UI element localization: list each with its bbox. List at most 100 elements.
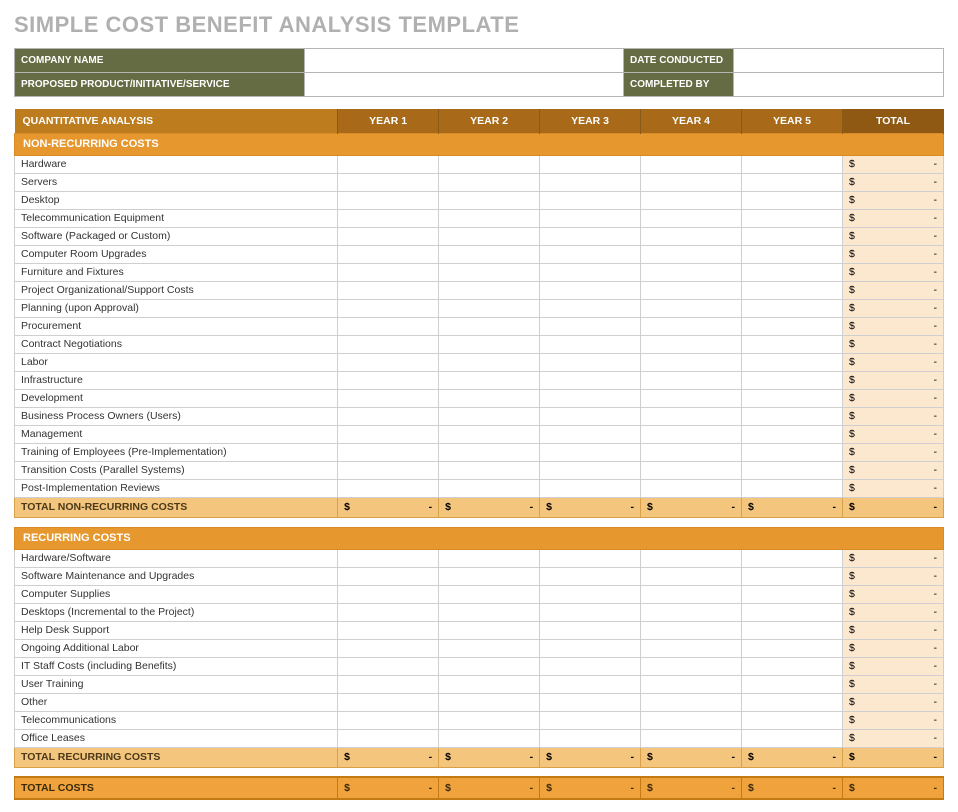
cost-cell[interactable] xyxy=(540,461,641,479)
cost-cell[interactable] xyxy=(338,657,439,675)
cost-cell[interactable] xyxy=(439,371,540,389)
cost-cell[interactable] xyxy=(439,227,540,245)
cost-cell[interactable] xyxy=(742,675,843,693)
cost-cell[interactable] xyxy=(742,425,843,443)
cost-cell[interactable] xyxy=(641,479,742,497)
cost-cell[interactable] xyxy=(742,407,843,425)
cost-cell[interactable] xyxy=(540,585,641,603)
cost-cell[interactable] xyxy=(540,621,641,639)
cost-cell[interactable] xyxy=(439,585,540,603)
cost-cell[interactable] xyxy=(439,299,540,317)
cost-cell[interactable] xyxy=(338,155,439,173)
cost-cell[interactable] xyxy=(641,173,742,191)
cost-cell[interactable] xyxy=(439,639,540,657)
cost-cell[interactable] xyxy=(540,155,641,173)
cost-cell[interactable] xyxy=(338,567,439,585)
cost-cell[interactable] xyxy=(540,227,641,245)
cost-cell[interactable] xyxy=(439,209,540,227)
cost-cell[interactable] xyxy=(439,675,540,693)
date-conducted-input[interactable] xyxy=(734,49,944,73)
proposed-input[interactable] xyxy=(305,73,624,97)
cost-cell[interactable] xyxy=(742,173,843,191)
cost-cell[interactable] xyxy=(540,675,641,693)
cost-cell[interactable] xyxy=(338,191,439,209)
cost-cell[interactable] xyxy=(742,567,843,585)
cost-cell[interactable] xyxy=(742,461,843,479)
cost-cell[interactable] xyxy=(439,729,540,747)
cost-cell[interactable] xyxy=(338,407,439,425)
cost-cell[interactable] xyxy=(540,693,641,711)
cost-cell[interactable] xyxy=(338,263,439,281)
cost-cell[interactable] xyxy=(439,443,540,461)
cost-cell[interactable] xyxy=(338,711,439,729)
cost-cell[interactable] xyxy=(742,711,843,729)
cost-cell[interactable] xyxy=(641,407,742,425)
cost-cell[interactable] xyxy=(439,711,540,729)
cost-cell[interactable] xyxy=(641,711,742,729)
cost-cell[interactable] xyxy=(338,461,439,479)
cost-cell[interactable] xyxy=(641,317,742,335)
cost-cell[interactable] xyxy=(742,443,843,461)
cost-cell[interactable] xyxy=(338,693,439,711)
cost-cell[interactable] xyxy=(641,729,742,747)
cost-cell[interactable] xyxy=(540,245,641,263)
cost-cell[interactable] xyxy=(641,263,742,281)
cost-cell[interactable] xyxy=(338,209,439,227)
cost-cell[interactable] xyxy=(338,317,439,335)
cost-cell[interactable] xyxy=(641,675,742,693)
cost-cell[interactable] xyxy=(742,191,843,209)
cost-cell[interactable] xyxy=(641,227,742,245)
cost-cell[interactable] xyxy=(641,693,742,711)
cost-cell[interactable] xyxy=(641,549,742,567)
company-name-input[interactable] xyxy=(305,49,624,73)
cost-cell[interactable] xyxy=(540,639,641,657)
cost-cell[interactable] xyxy=(540,281,641,299)
cost-cell[interactable] xyxy=(540,263,641,281)
cost-cell[interactable] xyxy=(439,549,540,567)
cost-cell[interactable] xyxy=(742,549,843,567)
cost-cell[interactable] xyxy=(641,585,742,603)
cost-cell[interactable] xyxy=(439,335,540,353)
cost-cell[interactable] xyxy=(742,281,843,299)
cost-cell[interactable] xyxy=(742,227,843,245)
cost-cell[interactable] xyxy=(439,693,540,711)
cost-cell[interactable] xyxy=(338,371,439,389)
cost-cell[interactable] xyxy=(641,461,742,479)
cost-cell[interactable] xyxy=(338,335,439,353)
cost-cell[interactable] xyxy=(641,425,742,443)
cost-cell[interactable] xyxy=(641,443,742,461)
cost-cell[interactable] xyxy=(742,693,843,711)
cost-cell[interactable] xyxy=(439,155,540,173)
cost-cell[interactable] xyxy=(540,657,641,675)
cost-cell[interactable] xyxy=(742,353,843,371)
cost-cell[interactable] xyxy=(439,425,540,443)
cost-cell[interactable] xyxy=(641,209,742,227)
cost-cell[interactable] xyxy=(641,299,742,317)
cost-cell[interactable] xyxy=(439,191,540,209)
cost-cell[interactable] xyxy=(540,407,641,425)
cost-cell[interactable] xyxy=(742,639,843,657)
cost-cell[interactable] xyxy=(439,389,540,407)
cost-cell[interactable] xyxy=(338,425,439,443)
cost-cell[interactable] xyxy=(742,335,843,353)
cost-cell[interactable] xyxy=(641,335,742,353)
cost-cell[interactable] xyxy=(742,585,843,603)
cost-cell[interactable] xyxy=(742,299,843,317)
cost-cell[interactable] xyxy=(742,317,843,335)
cost-cell[interactable] xyxy=(540,317,641,335)
cost-cell[interactable] xyxy=(540,567,641,585)
cost-cell[interactable] xyxy=(540,729,641,747)
cost-cell[interactable] xyxy=(641,603,742,621)
cost-cell[interactable] xyxy=(540,209,641,227)
cost-cell[interactable] xyxy=(338,389,439,407)
cost-cell[interactable] xyxy=(439,603,540,621)
cost-cell[interactable] xyxy=(439,173,540,191)
cost-cell[interactable] xyxy=(641,245,742,263)
cost-cell[interactable] xyxy=(338,603,439,621)
cost-cell[interactable] xyxy=(742,245,843,263)
cost-cell[interactable] xyxy=(742,263,843,281)
cost-cell[interactable] xyxy=(540,335,641,353)
cost-cell[interactable] xyxy=(641,191,742,209)
cost-cell[interactable] xyxy=(338,173,439,191)
cost-cell[interactable] xyxy=(641,621,742,639)
